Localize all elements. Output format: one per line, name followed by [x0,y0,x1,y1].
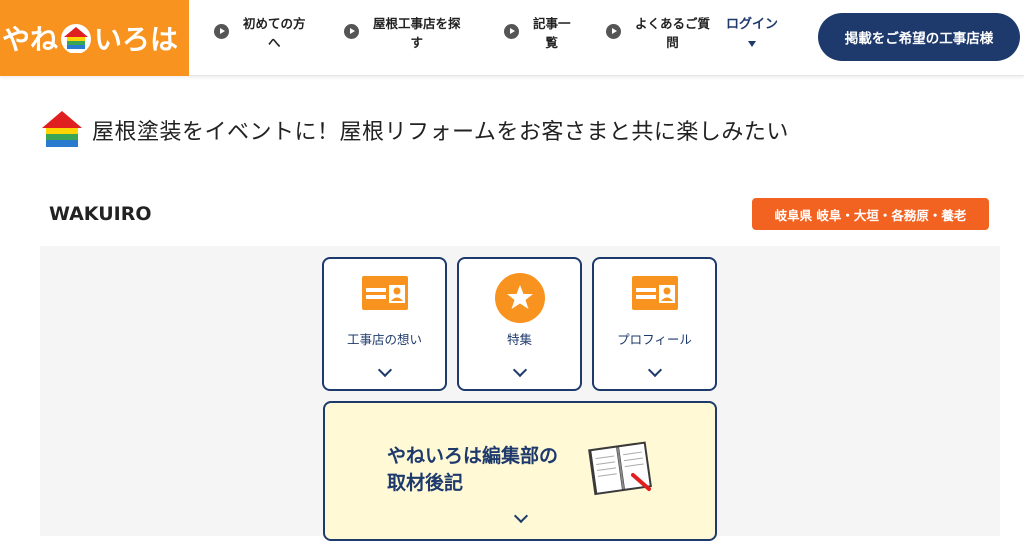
chevron-down-icon [512,362,528,378]
nav-beginners[interactable]: 初めての方へ [214,14,306,52]
id-card-icon [631,276,678,310]
site-logo[interactable]: やね いろは [0,0,189,76]
login-label: ログイン [726,17,779,32]
editorial-note-card[interactable]: やねいろは編集部の 取材後記 [323,401,717,541]
chevron-down-icon [647,362,663,378]
notebook-icon [588,441,652,496]
chevron-down-icon [377,362,393,378]
caret-down-icon [748,41,756,47]
play-circle-icon [344,24,359,39]
login-menu[interactable]: ログイン [726,15,778,47]
page-heading: 屋根塗装をイベントに！屋根リフォームをお客さまと共に楽しみたい [40,108,789,152]
play-circle-icon [214,24,229,39]
logo-text-right: いろは [94,23,179,56]
chevron-down-icon [513,508,529,524]
card-profile-label: プロフィール [617,332,692,347]
nav-beginners-label: 初めての方へ [243,16,306,50]
play-circle-icon [606,24,621,39]
card-profile[interactable]: プロフィール [592,257,717,391]
area-badge[interactable]: 岐阜県 岐阜・大垣・各務原・養老 [752,198,989,230]
card-feature-label: 特集 [506,332,532,347]
card-contractor-thoughts-label: 工事店の想い [346,332,422,347]
site-header: やね いろは 初めての方へ 屋根工事店を探す 記事一覧 よくあるご質問 ログイン… [0,0,1024,76]
listing-request-button[interactable]: 掲載をご希望の工事店様 [818,13,1020,61]
house-icon [42,111,82,147]
house-logo-icon [61,24,92,53]
card-contractor-thoughts[interactable]: 工事店の想い [322,257,447,391]
logo-text-left: やね [2,23,59,56]
editorial-note-title: やねいろは編集部の 取材後記 [387,445,559,494]
nav-articles[interactable]: 記事一覧 [504,14,571,52]
id-card-icon [361,276,408,310]
card-feature[interactable]: 特集 [457,257,582,391]
nav-faq[interactable]: よくあるご質問 [606,14,710,52]
nav-articles-label: 記事一覧 [533,16,571,50]
nav-faq-label: よくあるご質問 [635,16,711,50]
company-name: WAKUIRO [49,203,152,225]
page-title: 屋根塗装をイベントに！屋根リフォームをお客さまと共に楽しみたい [92,120,789,145]
nav-find-contractor-label: 屋根工事店を探す [373,16,461,50]
play-circle-icon [504,24,519,39]
nav-find-contractor[interactable]: 屋根工事店を探す [344,14,461,52]
star-icon [494,273,545,323]
